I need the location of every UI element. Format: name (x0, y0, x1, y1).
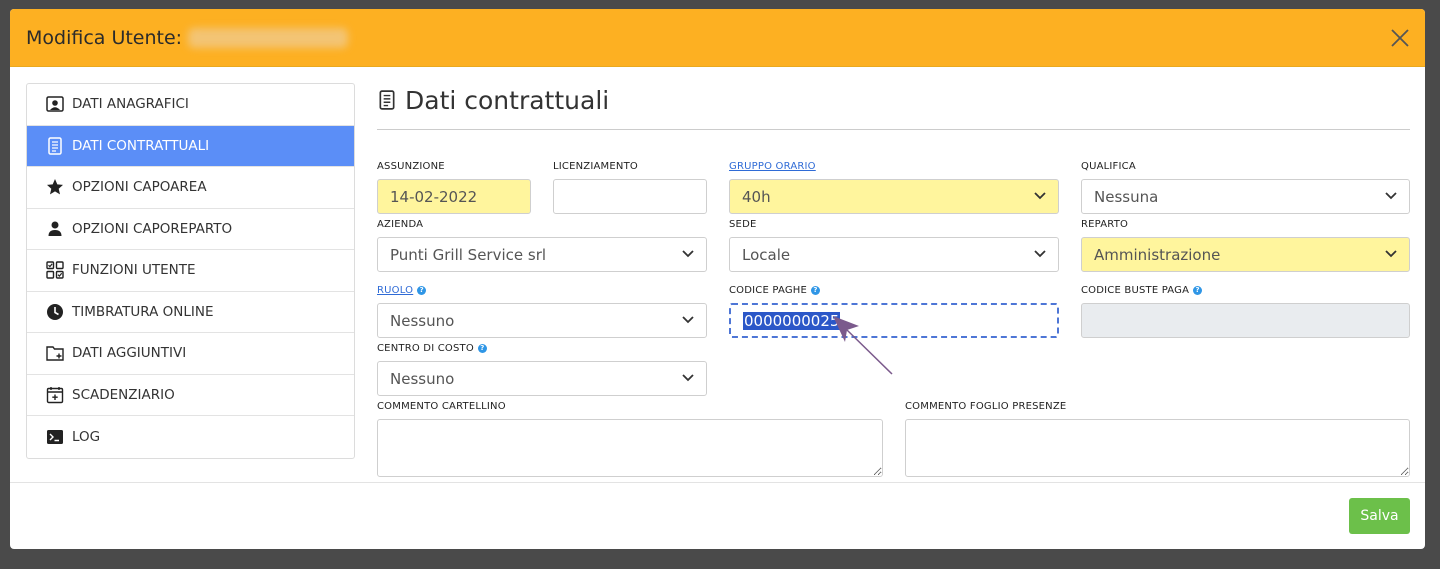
sidebar-item-label: OPZIONI CAPOAREA (72, 179, 207, 196)
sidebar-item-dati-contrattuali[interactable]: DATI CONTRATTUALI (27, 125, 354, 167)
sidebar-item-label: DATI CONTRATTUALI (72, 137, 210, 154)
sidebar-item-label: TIMBRATURA ONLINE (72, 303, 214, 320)
codice-buste-paga-label: CODICE BUSTE PAGA (1081, 285, 1190, 296)
close-icon[interactable] (1389, 27, 1411, 49)
assunzione-field: ASSUNZIONE 14-02-2022 (377, 160, 531, 214)
sidebar-item-funzioni-utente[interactable]: FUNZIONI UTENTE (27, 250, 354, 292)
info-icon[interactable]: ? (1193, 286, 1203, 295)
chevron-down-icon (1034, 192, 1046, 200)
contract-data-panel: Dati contrattuali ASSUNZIONE 14-02-2022 … (377, 83, 1410, 477)
redacted-user-name (188, 27, 349, 48)
centro-di-costo-field: CENTRO DI COSTO ? Nessuno (377, 342, 707, 396)
codice-buste-paga-label-row: CODICE BUSTE PAGA ? (1081, 284, 1203, 297)
document-list-icon (377, 90, 397, 110)
reparto-select[interactable]: Amministrazione (1081, 237, 1410, 272)
sidebar-item-label: LOG (72, 428, 101, 445)
info-icon[interactable]: ? (811, 286, 821, 295)
divider (377, 129, 1410, 130)
clock-icon (45, 302, 65, 322)
centro-di-costo-select[interactable]: Nessuno (377, 361, 707, 396)
save-button[interactable]: Salva (1349, 498, 1410, 534)
sidebar-item-timbratura-online[interactable]: TIMBRATURA ONLINE (27, 292, 354, 333)
gruppo-orario-field: GRUPPO ORARIO 40h (729, 160, 1059, 214)
modal-title: Modifica Utente: (26, 26, 183, 49)
codice-paghe-label-row: CODICE PAGHE ? (729, 284, 821, 297)
person-icon (45, 219, 65, 239)
licenziamento-field: LICENZIAMENTO (553, 160, 707, 214)
assunzione-input[interactable]: 14-02-2022 (377, 179, 531, 214)
calendar-plus-icon (45, 385, 65, 405)
codice-buste-paga-input (1081, 303, 1410, 338)
chevron-down-icon (682, 374, 694, 382)
sede-label: SEDE (729, 219, 757, 230)
sidebar-item-dati-anagrafici[interactable]: DATI ANAGRAFICI (27, 84, 354, 126)
commento-foglio-presenze-label: COMMENTO FOGLIO PRESENZE (905, 401, 1067, 412)
edit-user-modal: Modifica Utente: DATI ANAGRAFICI DATI CO… (10, 9, 1425, 549)
section-title-text: Dati contrattuali (405, 85, 610, 115)
sidebar-item-scadenziario[interactable]: SCADENZIARIO (27, 375, 354, 416)
ruolo-label-row: RUOLO ? (377, 284, 427, 297)
commento-foglio-presenze-field: COMMENTO FOGLIO PRESENZE (905, 400, 1410, 477)
sidebar-item-opzioni-capoarea[interactable]: OPZIONI CAPOAREA (27, 167, 354, 209)
info-icon[interactable]: ? (477, 344, 487, 353)
sede-select[interactable]: Locale (729, 237, 1059, 272)
codice-paghe-label: CODICE PAGHE (729, 285, 808, 296)
azienda-label: AZIENDA (377, 219, 424, 230)
folder-plus-icon (45, 343, 65, 363)
sidebar-item-label: OPZIONI CAPOREPARTO (72, 220, 233, 237)
checkbox-grid-icon (45, 260, 65, 280)
sidebar-item-opzioni-caporeparto[interactable]: OPZIONI CAPOREPARTO (27, 209, 354, 250)
commento-cartellino-field: COMMENTO CARTELLINO (377, 400, 883, 477)
document-list-icon (45, 136, 65, 156)
sede-field: SEDE Locale (729, 218, 1059, 272)
commento-cartellino-label: COMMENTO CARTELLINO (377, 401, 506, 412)
ruolo-select[interactable]: Nessuno (377, 303, 707, 338)
chevron-down-icon (682, 250, 694, 258)
reparto-field: REPARTO Amministrazione (1081, 218, 1410, 272)
chevron-down-icon (1034, 250, 1046, 258)
ruolo-link[interactable]: RUOLO (377, 285, 413, 296)
commento-cartellino-textarea[interactable] (377, 419, 883, 477)
terminal-icon (45, 427, 65, 447)
star-icon (45, 177, 65, 197)
sidebar-item-label: DATI AGGIUNTIVI (72, 345, 187, 362)
sidebar-item-label: FUNZIONI UTENTE (72, 262, 196, 279)
codice-buste-paga-field: CODICE BUSTE PAGA ? (1081, 284, 1410, 338)
qualifica-field: QUALIFICA Nessuna (1081, 160, 1410, 214)
reparto-label: REPARTO (1081, 219, 1129, 230)
info-icon[interactable]: ? (417, 286, 427, 295)
qualifica-label: QUALIFICA (1081, 161, 1136, 172)
centro-di-costo-label: CENTRO DI COSTO (377, 343, 474, 354)
commento-foglio-presenze-textarea[interactable] (905, 419, 1410, 477)
licenziamento-label: LICENZIAMENTO (553, 161, 638, 172)
modal-header: Modifica Utente: (10, 9, 1425, 67)
qualifica-select[interactable]: Nessuna (1081, 179, 1410, 214)
centro-di-costo-label-row: CENTRO DI COSTO ? (377, 342, 487, 355)
sidebar-item-log[interactable]: LOG (27, 416, 354, 458)
gruppo-orario-link[interactable]: GRUPPO ORARIO (729, 160, 816, 173)
codice-paghe-field: CODICE PAGHE ? 0000000025 (729, 284, 1059, 338)
chevron-down-icon (1385, 192, 1397, 200)
licenziamento-input[interactable] (553, 179, 707, 214)
user-card-icon (45, 94, 65, 114)
gruppo-orario-select[interactable]: 40h (729, 179, 1059, 214)
azienda-field: AZIENDA Punti Grill Service srl (377, 218, 707, 272)
azienda-select[interactable]: Punti Grill Service srl (377, 237, 707, 272)
sidebar-nav: DATI ANAGRAFICI DATI CONTRATTUALI OPZION… (26, 83, 355, 459)
ruolo-field: RUOLO ? Nessuno (377, 284, 707, 338)
chevron-down-icon (1385, 250, 1397, 258)
sidebar-item-label: SCADENZIARIO (72, 386, 175, 403)
chevron-down-icon (682, 316, 694, 324)
footer-divider (10, 482, 1425, 483)
annotation-arrow-icon (833, 316, 893, 375)
section-title: Dati contrattuali (377, 83, 1410, 117)
sidebar-item-label: DATI ANAGRAFICI (72, 96, 189, 113)
sidebar-item-dati-aggiuntivi[interactable]: DATI AGGIUNTIVI (27, 333, 354, 375)
assunzione-label: ASSUNZIONE (377, 161, 445, 172)
